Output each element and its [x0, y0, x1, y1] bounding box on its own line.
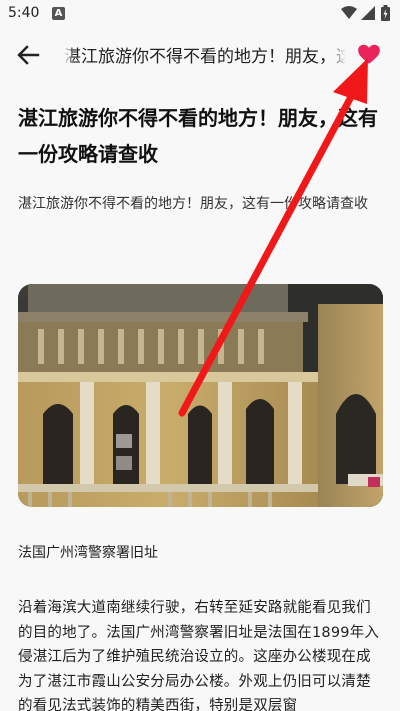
favorite-button[interactable]: [356, 41, 382, 67]
appbar-title-text: 湛江旅游你不得不看的地方！朋友，这有一份攻略请查收: [64, 47, 346, 67]
arrow-left-icon: [17, 45, 40, 65]
article-summary: 湛江旅游你不得不看的地方！朋友，这有一份攻略请查收: [18, 196, 368, 212]
appbar-title: 湛江旅游你不得不看的地方！朋友，这有一份攻略请查收: [64, 42, 346, 68]
heart-icon: [358, 44, 380, 64]
image-caption: 法国广州湾警察署旧址: [18, 545, 158, 561]
article-image[interactable]: [18, 284, 383, 507]
app-bar: 湛江旅游你不得不看的地方！朋友，这有一份攻略请查收: [0, 28, 400, 80]
wifi-icon: [341, 6, 357, 19]
signal-icon: [361, 6, 375, 20]
back-button[interactable]: [14, 40, 44, 70]
colonial-building-photo: [18, 284, 383, 507]
article-paragraph: 沿着海滨大道南继续行驶，右转至延安路就能看见我们的目的地了。法国广州湾警察署旧址…: [18, 600, 380, 711]
battery-icon: [381, 5, 390, 21]
article-title: 湛江旅游你不得不看的地方！朋友，这有一份攻略请查收: [18, 106, 378, 166]
status-bar: 5:40 A: [0, 0, 400, 28]
article-header: 湛江旅游你不得不看的地方！朋友，这有一份攻略请查收 湛江旅游你不得不看的地方！朋…: [18, 90, 383, 216]
status-time: 5:40: [8, 5, 40, 21]
notification-icon: A: [52, 7, 65, 20]
